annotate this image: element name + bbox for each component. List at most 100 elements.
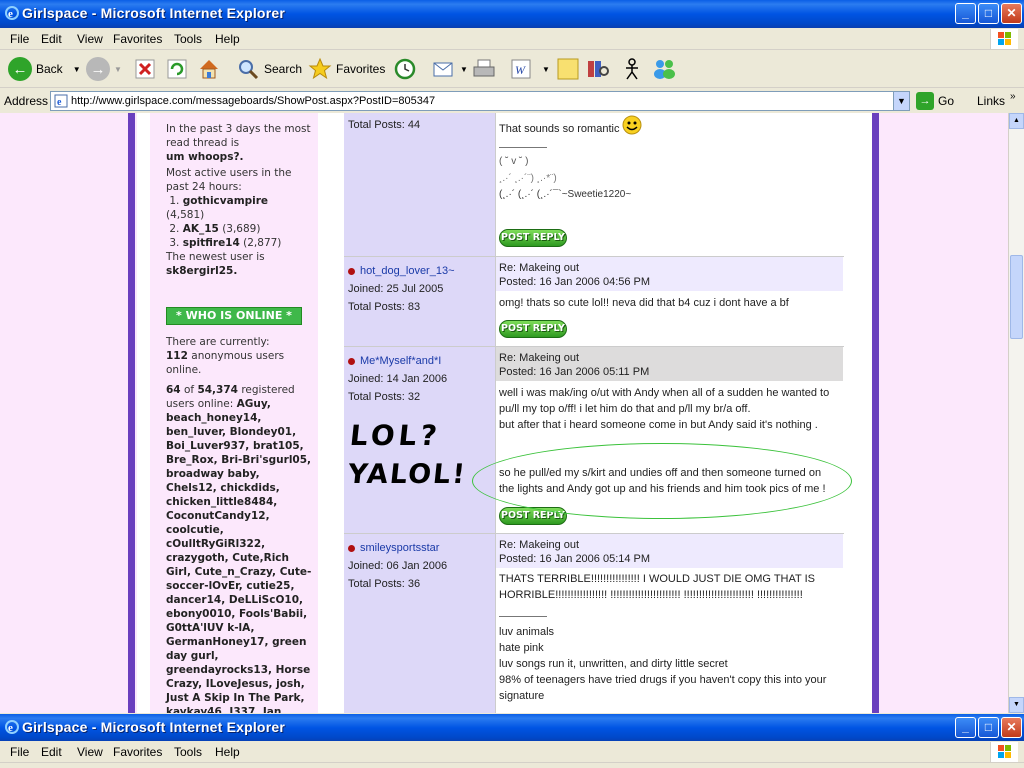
post-header: Re: Makeing out Posted: 16 Jan 2006 04:5…	[496, 257, 843, 291]
links-chevron-icon[interactable]: »	[1010, 91, 1016, 102]
post-text: well i was mak/ing o/ut with Andy when a…	[499, 387, 830, 415]
msn-button[interactable]	[652, 55, 678, 83]
ie-logo-icon: e	[5, 720, 19, 734]
active-user-link[interactable]: spitfire14	[183, 237, 240, 249]
favorites-button[interactable]: Favorites	[308, 55, 385, 83]
menu-help[interactable]: Help	[215, 32, 240, 46]
registered-users-block: 64 of 54,374 registered users online: AG…	[166, 383, 312, 713]
menu-view[interactable]: View	[77, 32, 103, 46]
author-name-link[interactable]: Me*Myself*and*I	[360, 355, 441, 367]
stop-button[interactable]	[134, 55, 156, 83]
active-user-link[interactable]: gothicvampire	[183, 195, 268, 207]
address-input[interactable]: e http://www.girlspace.com/messageboards…	[50, 91, 910, 111]
home-button[interactable]	[197, 55, 221, 83]
joined-date: Joined: 25 Jul 2005	[348, 283, 444, 295]
back-arrow-icon: ←	[8, 57, 32, 81]
history-icon	[394, 58, 416, 80]
scroll-down-arrow-icon[interactable]: ▼	[1009, 697, 1024, 713]
print-icon	[473, 59, 495, 77]
active-user-link[interactable]: AK_15	[183, 223, 219, 235]
go-button[interactable]: → Go	[916, 92, 954, 110]
back-button[interactable]: ← Back ▼	[8, 55, 81, 83]
back-dropdown-icon[interactable]: ▼	[73, 65, 81, 74]
menu-view[interactable]: View	[77, 745, 103, 759]
registered-total: 54,374	[197, 384, 238, 396]
sidebar: In the past 3 days the most read thread …	[150, 113, 318, 713]
edit-button[interactable]: W ▼	[510, 55, 550, 83]
maximize-button[interactable]: □	[978, 717, 999, 738]
scroll-thumb[interactable]	[1010, 255, 1023, 339]
menu-favorites[interactable]: Favorites	[113, 745, 162, 759]
post-subject: Re: Makeing out	[499, 262, 580, 274]
note-icon	[557, 58, 579, 80]
menu-tools[interactable]: Tools	[174, 745, 202, 759]
menu-edit[interactable]: Edit	[41, 32, 62, 46]
menu-file[interactable]: File	[10, 745, 29, 759]
post-reply-button[interactable]: POST REPLY	[499, 229, 567, 247]
author-name-link[interactable]: smileysportsstar	[360, 542, 439, 554]
post-reply-button[interactable]: POST REPLY	[499, 320, 567, 338]
discuss-button[interactable]	[556, 55, 580, 83]
address-dropdown-icon[interactable]: ▼	[893, 92, 909, 110]
registered-of: of	[183, 384, 195, 396]
post-text: That sounds so romantic	[499, 121, 839, 137]
menu-favorites[interactable]: Favorites	[113, 32, 162, 46]
post-author-panel: Total Posts: 44	[344, 113, 495, 256]
sig-line: (¸.·´ (¸.·´ (¸.·´¯`~Sweetie1220~	[499, 189, 632, 200]
menu-file[interactable]: File	[10, 32, 29, 46]
anonymous-users-block: There are currently: 112 anonymous users…	[166, 335, 312, 377]
menu-tools[interactable]: Tools	[174, 32, 202, 46]
minimize-button[interactable]: _	[955, 3, 976, 24]
messenger-button[interactable]	[620, 55, 644, 83]
favorites-star-icon	[308, 57, 332, 80]
joined-date: Joined: 06 Jan 2006	[348, 560, 448, 572]
forward-dropdown-icon[interactable]: ▼	[114, 65, 122, 74]
newest-user-link[interactable]: sk8ergirl25.	[166, 265, 237, 277]
online-status-icon	[348, 358, 355, 365]
total-posts: Total Posts: 44	[348, 119, 421, 131]
history-button[interactable]	[393, 55, 417, 83]
print-button[interactable]	[472, 55, 496, 83]
messenger-buddies-icon	[654, 60, 675, 79]
close-button[interactable]: ✕	[1001, 3, 1022, 24]
post: smileysportsstar Joined: 06 Jan 2006 Tot…	[344, 533, 844, 713]
refresh-icon	[167, 59, 187, 79]
menu-help[interactable]: Help	[215, 745, 240, 759]
most-read-thread-link[interactable]: um whoops?.	[166, 151, 244, 163]
ie-logo-icon: e	[5, 6, 19, 20]
posts-table: Total Posts: 44 That sounds so romantic …	[344, 113, 844, 713]
svg-text:W: W	[515, 63, 526, 77]
forward-button[interactable]: → ▼	[86, 55, 122, 83]
post-text: omg! thats so cute lol!! neva did that b…	[499, 297, 789, 309]
address-bar: Address e http://www.girlspace.com/messa…	[0, 89, 1024, 113]
maximize-button[interactable]: □	[978, 3, 999, 24]
minimize-button[interactable]: _	[955, 717, 976, 738]
links-button[interactable]: Links	[977, 94, 1005, 108]
author-name-link[interactable]: hot_dog_lover_13~	[360, 265, 455, 277]
post-header: Re: Makeing out Posted: 16 Jan 2006 05:1…	[496, 534, 843, 568]
refresh-button[interactable]	[166, 55, 188, 83]
post-text-content: That sounds so romantic	[499, 123, 620, 135]
search-button[interactable]: Search	[236, 55, 302, 83]
close-button[interactable]: ✕	[1001, 717, 1022, 738]
mail-button[interactable]: ▼	[432, 55, 468, 83]
signature-line: luv songs run it, unwritten, and dirty l…	[499, 658, 728, 670]
rank: 3.	[169, 237, 180, 249]
signature-line: hate pink	[499, 642, 544, 654]
title-bar[interactable]: e Girlspace - Microsoft Internet Explore…	[0, 0, 1024, 28]
vertical-scrollbar[interactable]: ▲ ▼	[1008, 113, 1024, 713]
research-button[interactable]	[586, 55, 610, 83]
mail-dropdown-icon[interactable]: ▼	[460, 65, 468, 74]
second-window-title-bar[interactable]: e Girlspace - Microsoft Internet Explore…	[0, 714, 1024, 742]
rank: 2.	[169, 223, 180, 235]
most-active-block: Most active users in the past 24 hours: …	[166, 166, 312, 250]
menu-edit[interactable]: Edit	[41, 745, 62, 759]
anonymous-count: 112	[166, 350, 188, 362]
research-books-icon	[588, 61, 609, 77]
page-icon: e	[54, 94, 68, 108]
go-arrow-icon: →	[916, 92, 934, 110]
post-header: Re: Makeing out Posted: 16 Jan 2006 05:1…	[496, 347, 843, 381]
scroll-up-arrow-icon[interactable]: ▲	[1009, 113, 1024, 129]
online-users-list[interactable]: AGuy, beach_honey14, ben_luver, Blondey0…	[166, 398, 311, 713]
edit-dropdown-icon[interactable]: ▼	[542, 65, 550, 74]
